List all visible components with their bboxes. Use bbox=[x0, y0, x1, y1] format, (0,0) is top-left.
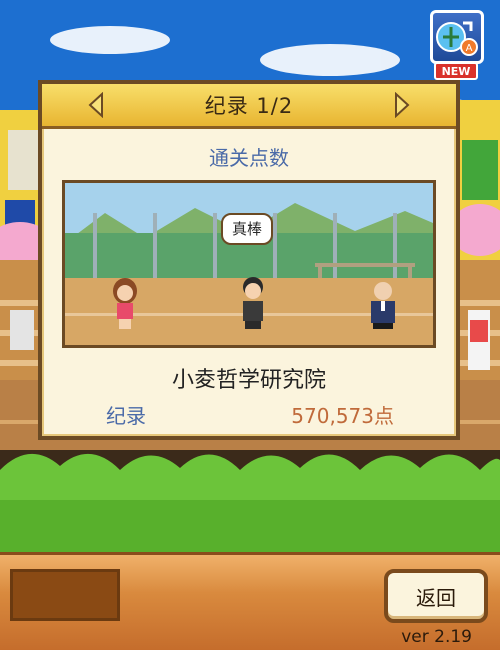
previous-arrow-icon[interactable] bbox=[84, 92, 108, 118]
elder-character bbox=[371, 282, 395, 329]
school-name: 小夌哲学研究院 bbox=[171, 368, 326, 393]
bottom-bar: 返回 ver 2.19 bbox=[0, 552, 500, 650]
news-button[interactable]: A bbox=[430, 10, 484, 64]
back-button[interactable]: 返回 bbox=[384, 569, 488, 623]
school-scene-illustration bbox=[65, 183, 433, 345]
dialog-header: 纪录 1/2 bbox=[42, 84, 456, 129]
record-dialog: 纪录 1/2 通关点数 真棒 小夌哲学研究院 纪录 570,573点 bbox=[38, 80, 460, 440]
record-label: 纪录 bbox=[106, 404, 146, 428]
new-badge: NEW bbox=[434, 62, 478, 80]
svg-text:A: A bbox=[466, 43, 473, 54]
record-category: 通关点数 bbox=[209, 146, 289, 170]
record-scene-image: 真棒 bbox=[62, 180, 436, 348]
speech-bubble: 真棒 bbox=[221, 213, 273, 245]
empty-slot bbox=[10, 569, 120, 621]
dialog-title: 纪录 1/2 bbox=[204, 94, 294, 118]
next-arrow-icon[interactable] bbox=[390, 92, 414, 118]
record-points: 570,573点 bbox=[291, 404, 394, 428]
version-label: ver 2.19 bbox=[401, 627, 472, 647]
student-character bbox=[243, 277, 263, 329]
refresh-news-icon: A bbox=[436, 21, 478, 56]
